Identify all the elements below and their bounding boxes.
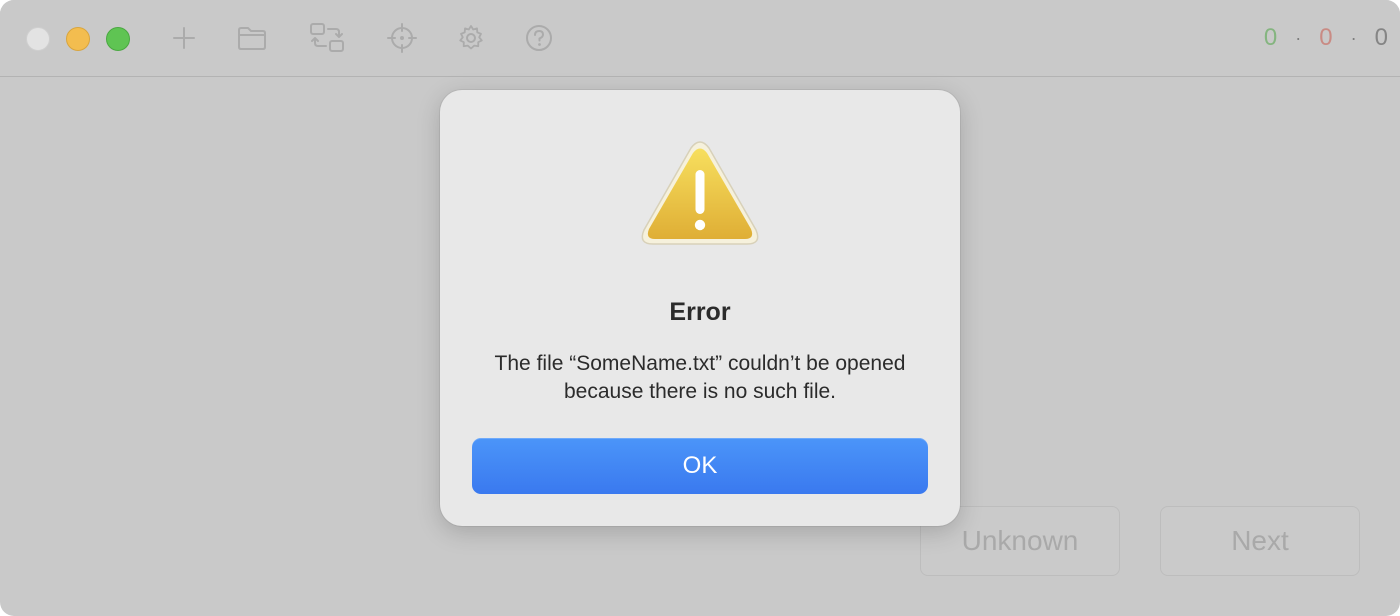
help-icon — [526, 25, 552, 51]
close-window-button[interactable] — [26, 27, 50, 51]
dialog-title: Error — [669, 298, 731, 326]
help-button[interactable] — [520, 20, 558, 56]
counter-separator: · — [1295, 27, 1302, 48]
wrong-count: 0 — [1319, 24, 1333, 51]
error-dialog: Error The file “SomeName.txt” couldn’t b… — [440, 90, 960, 526]
title-bar: 0 · 0 · 0 — [0, 0, 1400, 77]
swap-icon — [310, 23, 344, 52]
settings-button[interactable] — [452, 20, 490, 56]
warning-icon — [641, 141, 759, 245]
add-button[interactable] — [165, 20, 203, 56]
locate-button[interactable] — [383, 20, 421, 56]
zoom-window-button[interactable] — [106, 27, 130, 51]
counter-separator: · — [1350, 27, 1357, 48]
correct-count: 0 — [1263, 24, 1278, 51]
app-window: 0 · 0 · 0 Unknown Next Error The file “S… — [0, 0, 1400, 616]
gear-icon — [459, 25, 483, 50]
dialog-message: The file “SomeName.txt” couldn’t be open… — [494, 352, 906, 403]
unknown-count: 0 — [1374, 24, 1388, 51]
next-button[interactable]: Next — [1160, 506, 1360, 576]
crosshair-icon — [387, 23, 417, 53]
folder-icon — [238, 27, 266, 50]
swap-button[interactable] — [308, 20, 346, 56]
plus-icon — [173, 27, 195, 49]
open-folder-button[interactable] — [233, 20, 271, 56]
ok-button[interactable]: OK — [472, 438, 928, 494]
score-counters: 0 · 0 · 0 — [1264, 22, 1388, 54]
minimize-window-button[interactable] — [66, 27, 90, 51]
